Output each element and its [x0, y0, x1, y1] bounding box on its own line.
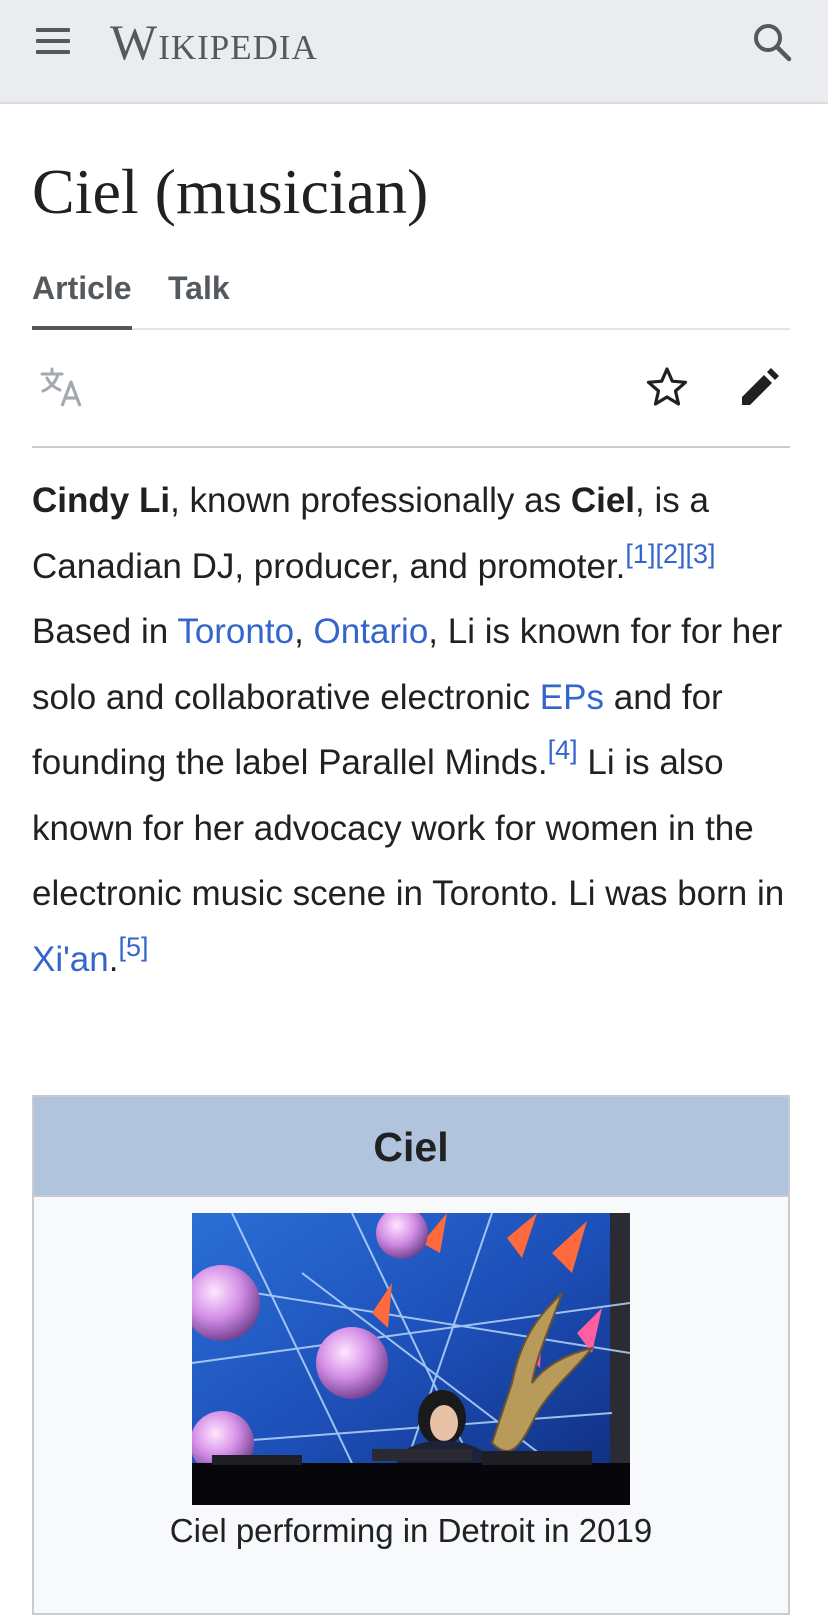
lead-paragraph: Cindy Li, known professionally as Ciel, …: [32, 481, 785, 979]
infobox-title: Ciel: [34, 1097, 788, 1197]
infobox-caption: Ciel performing in Detroit in 2019: [169, 1512, 653, 1549]
reference-link-5[interactable]: [5]: [118, 932, 148, 962]
reference-link-1[interactable]: [1]: [625, 539, 655, 569]
translate-icon[interactable]: [38, 366, 86, 410]
infobox: Ciel Ciel performing in Detroit in 2019: [32, 1095, 790, 1615]
hamburger-menu-icon[interactable]: [34, 26, 72, 58]
wikipedia-wordmark-logo[interactable]: Wikipedia: [110, 14, 318, 70]
link-toronto[interactable]: Toronto: [177, 612, 294, 651]
infobox-photo[interactable]: [192, 1213, 630, 1505]
search-icon[interactable]: [750, 20, 794, 64]
link-eps[interactable]: EPs: [540, 678, 604, 717]
page-actions-bar: [32, 328, 790, 448]
page-tabs: Article Talk: [32, 264, 790, 330]
page-title: Ciel (musician): [32, 156, 429, 227]
tab-talk[interactable]: Talk: [168, 270, 230, 307]
tab-article[interactable]: Article: [32, 270, 132, 330]
subject-name: Cindy Li: [32, 481, 171, 520]
reference-link-3[interactable]: [3]: [685, 539, 715, 569]
reference-link-2[interactable]: [2]: [655, 539, 685, 569]
link-xian[interactable]: Xi'an: [32, 940, 109, 979]
reference-link-4[interactable]: [4]: [548, 735, 578, 765]
top-header-bar: Wikipedia: [0, 0, 828, 104]
subject-alias: Ciel: [570, 481, 636, 520]
pencil-edit-icon[interactable]: [736, 364, 782, 410]
star-watch-icon[interactable]: [644, 364, 690, 410]
link-ontario[interactable]: Ontario: [314, 612, 429, 651]
